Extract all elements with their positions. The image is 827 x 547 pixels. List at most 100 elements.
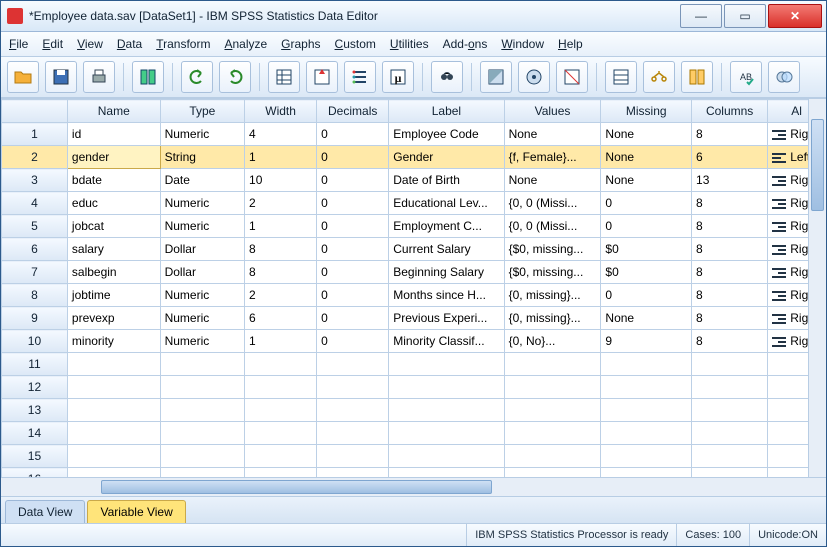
cell-cols[interactable]: 13: [692, 169, 768, 192]
row-header[interactable]: 12: [2, 376, 68, 399]
cell-width[interactable]: 10: [245, 169, 317, 192]
col-missing[interactable]: Missing: [601, 100, 692, 123]
cell-missing[interactable]: 0: [601, 284, 692, 307]
col-width[interactable]: Width: [245, 100, 317, 123]
menu-help[interactable]: Help: [558, 37, 583, 51]
use-sets-button[interactable]: [643, 61, 675, 93]
table-row[interactable]: 16: [2, 468, 826, 478]
table-row[interactable]: 12: [2, 376, 826, 399]
table-row[interactable]: 5jobcatNumeric10Employment C...{0, 0 (Mi…: [2, 215, 826, 238]
cell-dec[interactable]: 0: [317, 284, 389, 307]
select-cases-button[interactable]: [556, 61, 588, 93]
empty-cell[interactable]: [317, 399, 389, 422]
menu-window[interactable]: Window: [501, 37, 544, 51]
cell-dec[interactable]: 0: [317, 192, 389, 215]
goto-variable-button[interactable]: [306, 61, 338, 93]
empty-cell[interactable]: [692, 399, 768, 422]
empty-cell[interactable]: [317, 445, 389, 468]
empty-cell[interactable]: [504, 422, 601, 445]
cell-cols[interactable]: 8: [692, 123, 768, 146]
empty-cell[interactable]: [389, 468, 504, 478]
open-button[interactable]: [7, 61, 39, 93]
cell-name[interactable]: id: [67, 123, 160, 146]
table-row[interactable]: 15: [2, 445, 826, 468]
empty-cell[interactable]: [601, 376, 692, 399]
table-row[interactable]: 4educNumeric20Educational Lev...{0, 0 (M…: [2, 192, 826, 215]
cell-name[interactable]: jobtime: [67, 284, 160, 307]
spellcheck-button[interactable]: AB: [730, 61, 762, 93]
close-button[interactable]: ✕: [768, 4, 822, 28]
empty-cell[interactable]: [67, 468, 160, 478]
cell-type[interactable]: Numeric: [160, 284, 244, 307]
save-button[interactable]: [45, 61, 77, 93]
cell-label[interactable]: Educational Lev...: [389, 192, 504, 215]
cell-type[interactable]: Date: [160, 169, 244, 192]
empty-cell[interactable]: [692, 422, 768, 445]
cell-dec[interactable]: 0: [317, 307, 389, 330]
value-labels-button[interactable]: [605, 61, 637, 93]
empty-cell[interactable]: [317, 376, 389, 399]
row-header[interactable]: 6: [2, 238, 68, 261]
cell-values[interactable]: {0, 0 (Missi...: [504, 192, 601, 215]
variables-button[interactable]: [344, 61, 376, 93]
empty-cell[interactable]: [692, 445, 768, 468]
cell-missing[interactable]: 9: [601, 330, 692, 353]
cell-missing[interactable]: None: [601, 146, 692, 169]
empty-cell[interactable]: [67, 422, 160, 445]
cell-width[interactable]: 6: [245, 307, 317, 330]
cell-name[interactable]: gender: [67, 146, 160, 169]
corner-cell[interactable]: [2, 100, 68, 123]
cell-name[interactable]: minority: [67, 330, 160, 353]
row-header[interactable]: 5: [2, 215, 68, 238]
cell-cols[interactable]: 8: [692, 284, 768, 307]
table-row[interactable]: 11: [2, 353, 826, 376]
cell-name[interactable]: salbegin: [67, 261, 160, 284]
horizontal-scrollbar[interactable]: [1, 477, 826, 496]
row-header[interactable]: 13: [2, 399, 68, 422]
col-values[interactable]: Values: [504, 100, 601, 123]
cell-name[interactable]: salary: [67, 238, 160, 261]
col-columns[interactable]: Columns: [692, 100, 768, 123]
empty-cell[interactable]: [245, 399, 317, 422]
cell-values[interactable]: {$0, missing...: [504, 261, 601, 284]
menu-view[interactable]: View: [77, 37, 103, 51]
table-row[interactable]: 7salbeginDollar80Beginning Salary{$0, mi…: [2, 261, 826, 284]
row-header[interactable]: 3: [2, 169, 68, 192]
cell-values[interactable]: None: [504, 123, 601, 146]
empty-cell[interactable]: [317, 422, 389, 445]
cell-cols[interactable]: 6: [692, 146, 768, 169]
empty-cell[interactable]: [389, 445, 504, 468]
cell-label[interactable]: Employee Code: [389, 123, 504, 146]
empty-cell[interactable]: [160, 422, 244, 445]
menu-analyze[interactable]: Analyze: [224, 37, 267, 51]
cell-type[interactable]: Dollar: [160, 261, 244, 284]
col-name[interactable]: Name: [67, 100, 160, 123]
empty-cell[interactable]: [601, 353, 692, 376]
table-row[interactable]: 9prevexpNumeric60Previous Experi...{0, m…: [2, 307, 826, 330]
row-header[interactable]: 1: [2, 123, 68, 146]
cell-label[interactable]: Employment C...: [389, 215, 504, 238]
cell-label[interactable]: Current Salary: [389, 238, 504, 261]
cell-cols[interactable]: 8: [692, 261, 768, 284]
empty-cell[interactable]: [245, 468, 317, 478]
menu-custom[interactable]: Custom: [335, 37, 376, 51]
table-row[interactable]: 8jobtimeNumeric20Months since H...{0, mi…: [2, 284, 826, 307]
find-button[interactable]: [431, 61, 463, 93]
empty-cell[interactable]: [692, 468, 768, 478]
empty-cell[interactable]: [160, 353, 244, 376]
undo-button[interactable]: [181, 61, 213, 93]
cell-type[interactable]: Numeric: [160, 307, 244, 330]
table-row[interactable]: 2genderString10Gender{f, Female}...None6…: [2, 146, 826, 169]
cell-cols[interactable]: 8: [692, 307, 768, 330]
empty-cell[interactable]: [67, 445, 160, 468]
cell-type[interactable]: Numeric: [160, 192, 244, 215]
cell-missing[interactable]: None: [601, 307, 692, 330]
col-type[interactable]: Type: [160, 100, 244, 123]
cell-cols[interactable]: 8: [692, 238, 768, 261]
tab-variable-view[interactable]: Variable View: [87, 500, 185, 523]
cell-type[interactable]: String: [160, 146, 244, 169]
cell-type[interactable]: Numeric: [160, 123, 244, 146]
row-header[interactable]: 15: [2, 445, 68, 468]
cell-width[interactable]: 2: [245, 192, 317, 215]
cell-missing[interactable]: None: [601, 123, 692, 146]
